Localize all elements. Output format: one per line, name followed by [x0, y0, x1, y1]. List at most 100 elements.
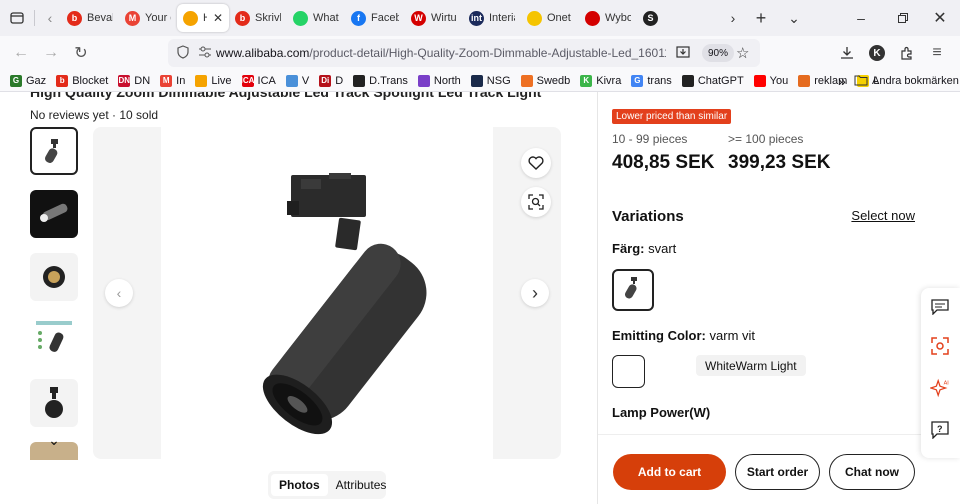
bookmark-favicon-icon: b: [56, 74, 69, 87]
bookmark-label: Blocket: [72, 74, 109, 87]
thumbnail-1[interactable]: [30, 127, 78, 175]
browser-tab[interactable]: b Bevakn: [61, 4, 119, 32]
bookmark-item[interactable]: ChatGPT: [681, 74, 744, 87]
help-icon[interactable]: ?: [930, 420, 950, 440]
tab-favicon-icon: [183, 10, 198, 26]
forward-icon[interactable]: →: [36, 38, 66, 68]
thumbnail-4[interactable]: [30, 316, 78, 364]
bookmark-favicon-icon: M: [160, 74, 173, 87]
scroll-tabs-left-icon[interactable]: ‹: [39, 7, 61, 29]
tab-title: High: [203, 12, 207, 24]
svg-text:?: ?: [937, 424, 943, 434]
scroll-tabs-right-icon[interactable]: ›: [722, 7, 744, 29]
bookmark-item[interactable]: Gtrans: [631, 74, 672, 87]
close-window-icon[interactable]: ✕: [929, 7, 951, 29]
bookmark-label: D: [335, 74, 344, 87]
thumbnail-list: [30, 127, 78, 460]
close-tab-icon[interactable]: ✕: [213, 11, 223, 25]
browser-tab[interactable]: S: [637, 4, 665, 32]
browser-tab[interactable]: f Facebo: [345, 4, 405, 32]
tab-favicon-icon: b: [235, 10, 250, 26]
bookmark-label: NSG: [486, 74, 511, 87]
color-label-row: Färg: svart: [612, 241, 676, 256]
minimize-icon[interactable]: –: [850, 7, 872, 29]
bookmark-favicon-icon: G: [631, 74, 644, 87]
url-text[interactable]: www.alibaba.com/product-detail/High-Qual…: [216, 46, 666, 60]
account-avatar[interactable]: K: [862, 38, 892, 68]
browser-tab[interactable]: Whats: [287, 4, 345, 32]
browser-tab[interactable]: W Wirtu: [405, 4, 463, 32]
emitting-color-swatch[interactable]: [612, 355, 645, 388]
tier-2-quantity: >= 100 pieces: [728, 132, 804, 146]
select-now-link[interactable]: Select now: [851, 208, 915, 223]
shield-icon[interactable]: [176, 44, 190, 62]
chat-now-button[interactable]: Chat now: [829, 454, 915, 490]
bookmark-item[interactable]: G Gaz: [10, 74, 46, 87]
browser-tab[interactable]: int Interia: [463, 4, 521, 32]
extensions-icon[interactable]: [892, 38, 922, 68]
color-label: Färg:: [612, 241, 645, 256]
more-bookmarks-icon[interactable]: »: [838, 73, 846, 89]
bookmark-star-icon[interactable]: ☆: [736, 44, 749, 62]
main-image-gallery: ‹ ›: [93, 127, 561, 459]
reload-icon[interactable]: ↻: [66, 38, 96, 68]
gallery-prev-button[interactable]: ‹: [105, 279, 133, 307]
thumbnail-2[interactable]: [30, 190, 78, 238]
restore-icon[interactable]: [892, 7, 914, 29]
zoom-level-badge[interactable]: 90%: [702, 44, 735, 62]
thumbnail-5[interactable]: [30, 379, 78, 427]
bookmark-item[interactable]: Live: [195, 74, 232, 87]
tab-overview-icon[interactable]: [6, 7, 28, 29]
new-tab-icon[interactable]: +: [750, 7, 772, 29]
browser-tab[interactable]: Onet –: [521, 4, 579, 32]
product-page: High Quality Zoom Dimmable Adjustable Le…: [0, 92, 960, 504]
start-order-button[interactable]: Start order: [735, 454, 820, 490]
bookmark-favicon-icon: [520, 74, 533, 87]
menu-icon[interactable]: ≡: [922, 38, 952, 68]
navigation-bar: ← → ↻ www.alibaba.com/product-detail/Hig…: [0, 36, 960, 70]
bookmark-item[interactable]: V: [285, 74, 309, 87]
main-product-image: [161, 127, 493, 459]
browser-tab[interactable]: M Your o: [119, 4, 177, 32]
image-search-button[interactable]: [521, 187, 551, 217]
scan-icon[interactable]: [930, 336, 950, 356]
gallery-next-button[interactable]: ›: [521, 279, 549, 307]
browser-tab[interactable]: b Skrivb: [229, 4, 287, 32]
bookmark-label: ChatGPT: [697, 74, 744, 87]
bookmark-item[interactable]: Swedb: [520, 74, 570, 87]
tier-1-price: 408,85 SEK: [612, 152, 715, 173]
other-bookmarks[interactable]: Andra bokmärken: [854, 75, 959, 87]
message-icon[interactable]: [930, 297, 950, 317]
browser-tab[interactable]: Wybor: [579, 4, 637, 32]
bookmark-item[interactable]: You: [753, 74, 788, 87]
bookmark-item[interactable]: ICA ICA: [241, 74, 276, 87]
thumbnails-down-icon[interactable]: ⌄: [30, 428, 78, 452]
address-bar[interactable]: www.alibaba.com/product-detail/High-Qual…: [168, 39, 760, 67]
back-icon[interactable]: ←: [6, 38, 36, 68]
bookmark-item[interactable]: NSG: [470, 74, 511, 87]
thumbnail-3[interactable]: [30, 253, 78, 301]
reader-view-icon[interactable]: [676, 45, 690, 62]
floating-tools: AI ?: [921, 288, 960, 458]
bookmark-item[interactable]: D.Trans: [353, 74, 408, 87]
emitting-option-chip[interactable]: WhiteWarm Light: [696, 355, 806, 376]
tab-photos[interactable]: Photos: [271, 474, 328, 496]
bookmark-item[interactable]: Di D: [319, 74, 344, 87]
favorite-heart-button[interactable]: [521, 148, 551, 178]
bookmark-item[interactable]: North: [417, 74, 461, 87]
bookmark-favicon-icon: [798, 74, 811, 87]
list-tabs-icon[interactable]: ⌄: [783, 7, 805, 29]
tab-attributes[interactable]: Attributes: [328, 474, 395, 496]
bookmark-item[interactable]: b Blocket: [56, 74, 109, 87]
media-tabs: Photos Attributes: [268, 471, 386, 499]
site-permissions-icon[interactable]: [198, 46, 212, 61]
ai-assistant-icon[interactable]: AI: [930, 378, 950, 398]
color-value: svart: [648, 241, 677, 256]
browser-tab[interactable]: High ✕: [177, 4, 229, 32]
color-swatch-svart[interactable]: [612, 269, 654, 311]
downloads-icon[interactable]: [832, 38, 862, 68]
bookmark-item[interactable]: M In: [160, 74, 185, 87]
add-to-cart-button[interactable]: Add to cart: [613, 454, 726, 490]
bookmark-item[interactable]: K Kivra: [580, 74, 621, 87]
bookmark-item[interactable]: DN DN: [118, 74, 150, 87]
